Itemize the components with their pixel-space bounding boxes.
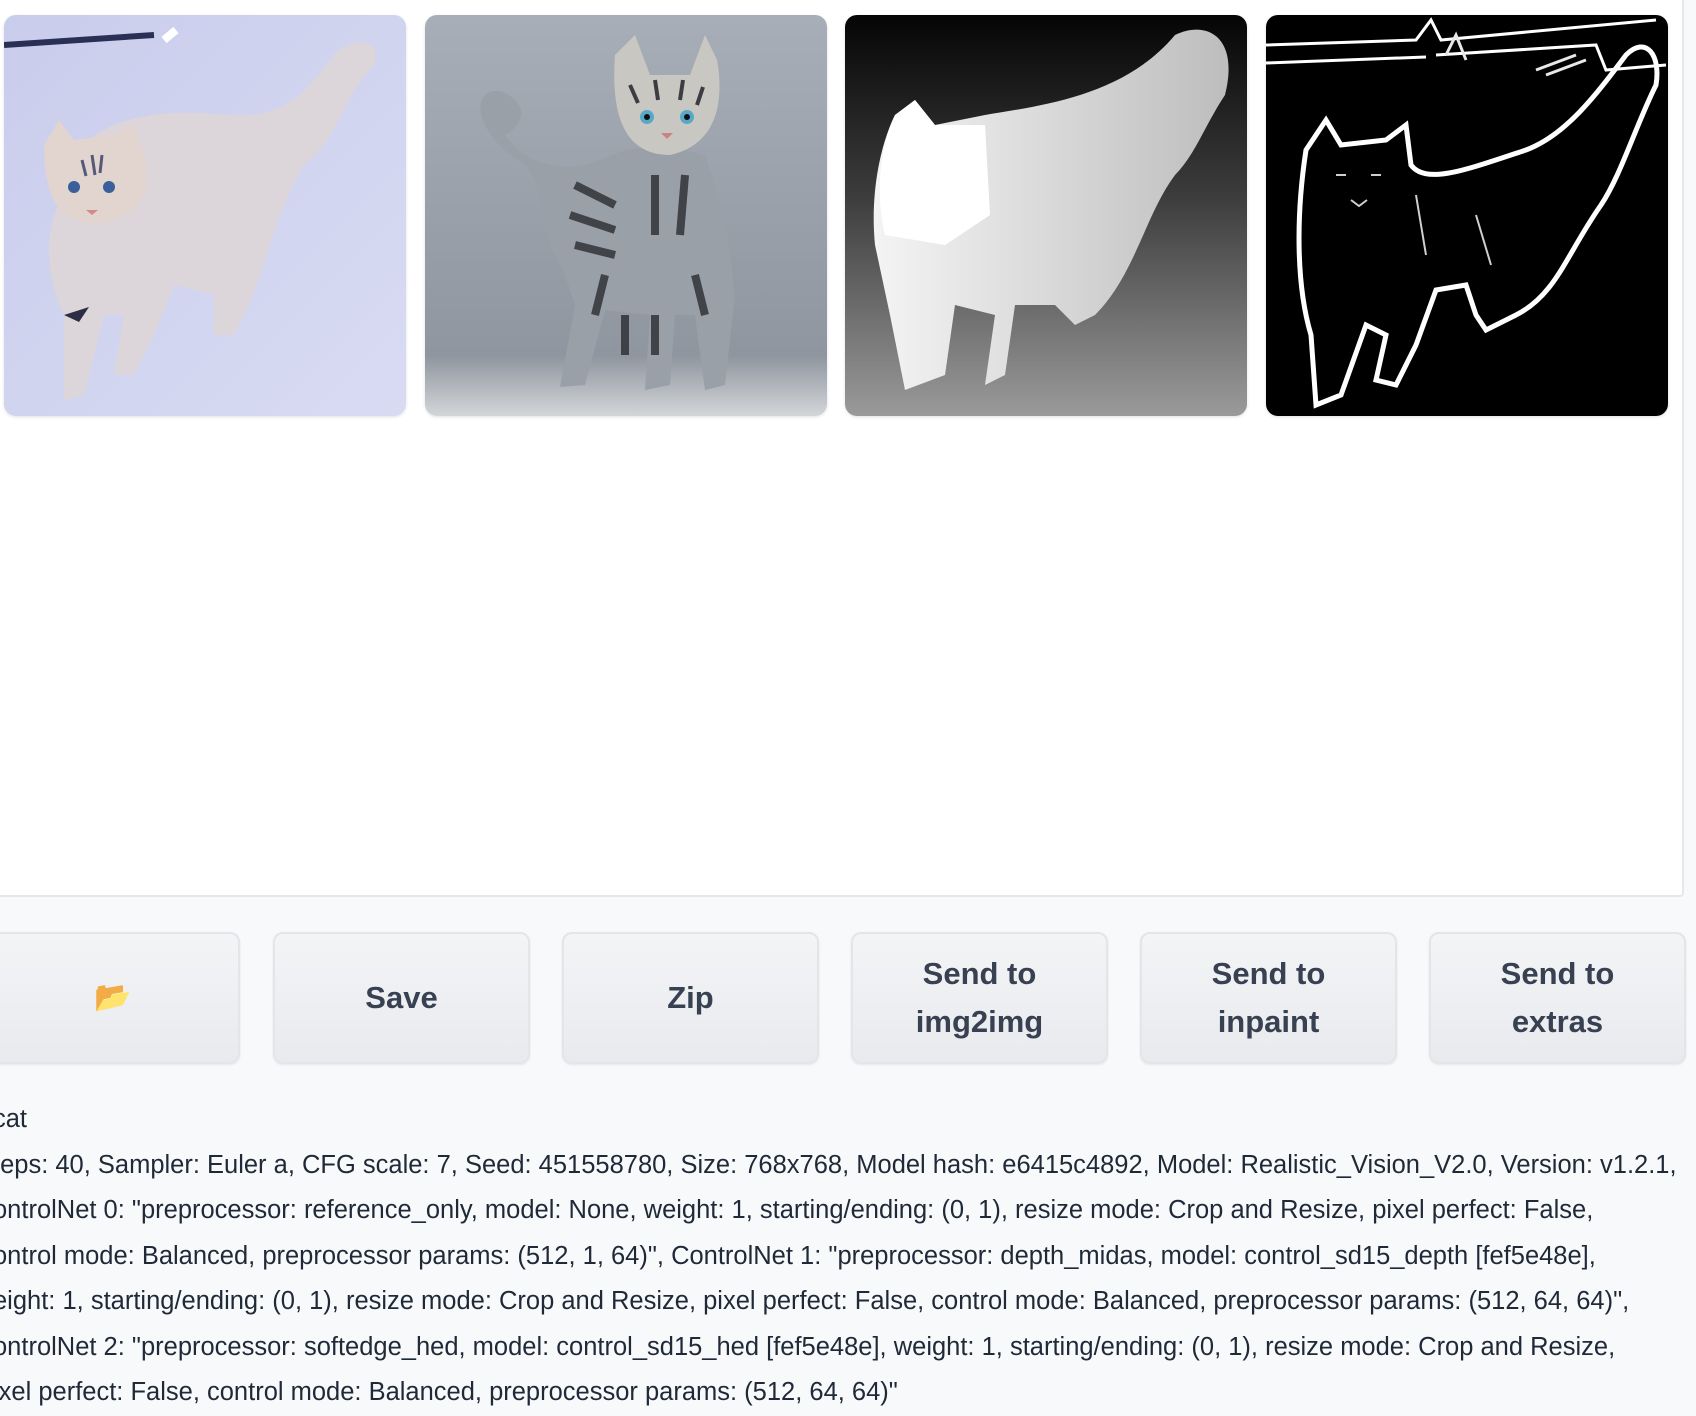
open-folder-icon: 📂 <box>94 981 132 1014</box>
zip-button[interactable]: Zip <box>562 932 819 1064</box>
generation-info-line: ixel perfect: False, control mode: Balan… <box>0 1378 898 1406</box>
send-to-img2img-button[interactable]: Send to img2img <box>851 932 1108 1064</box>
reference-cat-image <box>425 15 827 416</box>
send-to-extras-button[interactable]: Send to extras <box>1429 932 1686 1064</box>
save-button[interactable]: Save <box>273 932 530 1064</box>
generation-info-line: teps: 40, Sampler: Euler a, CFG scale: 7… <box>0 1150 1677 1179</box>
gallery-thumbnail-reference[interactable] <box>425 15 827 416</box>
generation-info-line: ontrolNet 0: "preprocessor: reference_on… <box>0 1196 1594 1224</box>
generation-info-line: ontrol mode: Balanced, preprocessor para… <box>0 1241 1596 1270</box>
send-to-inpaint-button[interactable]: Send to inpaint <box>1140 932 1397 1064</box>
gallery-panel <box>0 0 1684 897</box>
open-folder-button[interactable]: 📂 <box>0 932 240 1064</box>
gallery-thumbnail-generated[interactable] <box>4 15 406 416</box>
send-to-extras-label: Send to extras <box>1500 956 1615 1039</box>
generation-info: cat teps: 40, Sampler: Euler a, CFG scal… <box>0 1097 1696 1416</box>
generated-cat-image <box>4 15 406 416</box>
gallery-thumbnail-depth[interactable] <box>845 15 1247 416</box>
gallery-thumbnail-softedge[interactable] <box>1266 15 1668 416</box>
generation-info-line: ontrolNet 2: "preprocessor: softedge_hed… <box>0 1332 1616 1361</box>
generation-info-prompt: cat <box>0 1105 28 1133</box>
save-button-label: Save <box>365 980 438 1015</box>
zip-button-label: Zip <box>667 980 714 1015</box>
send-to-inpaint-label: Send to inpaint <box>1211 956 1326 1039</box>
depth-map-image <box>845 15 1247 416</box>
send-to-img2img-label: Send to img2img <box>915 956 1044 1039</box>
generation-info-line: eight: 1, starting/ending: (0, 1), resiz… <box>0 1287 1630 1315</box>
softedge-hed-image <box>1266 15 1668 416</box>
